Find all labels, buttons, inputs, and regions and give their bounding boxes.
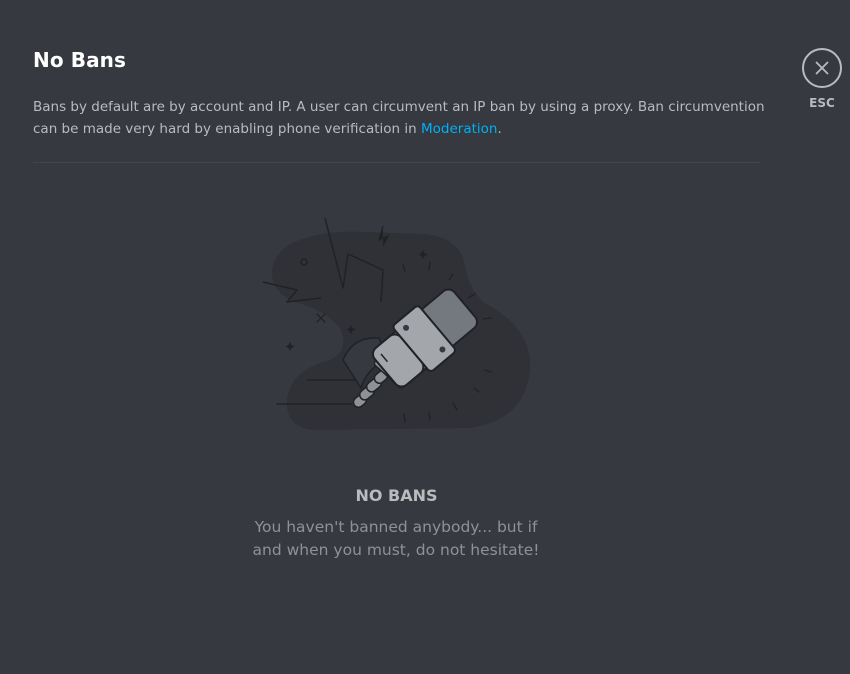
- divider: [33, 162, 760, 163]
- moderation-link[interactable]: Moderation: [421, 121, 497, 137]
- ban-hammer-illustration: [262, 217, 531, 430]
- close-icon: [815, 61, 829, 75]
- close-control[interactable]: ESC: [802, 48, 843, 110]
- empty-state-title: NO BANS: [355, 486, 438, 505]
- bans-settings-page: No Bans Bans by default are by account a…: [0, 0, 850, 674]
- description-suffix: .: [497, 121, 502, 137]
- page-title: No Bans: [33, 48, 127, 72]
- esc-label: ESC: [809, 96, 835, 110]
- page-description: Bans by default are by account and IP. A…: [33, 96, 773, 140]
- description-text: Bans by default are by account and IP. A…: [33, 99, 765, 137]
- close-button[interactable]: [802, 48, 842, 88]
- empty-state-text: You haven't banned anybody... but if and…: [252, 518, 540, 559]
